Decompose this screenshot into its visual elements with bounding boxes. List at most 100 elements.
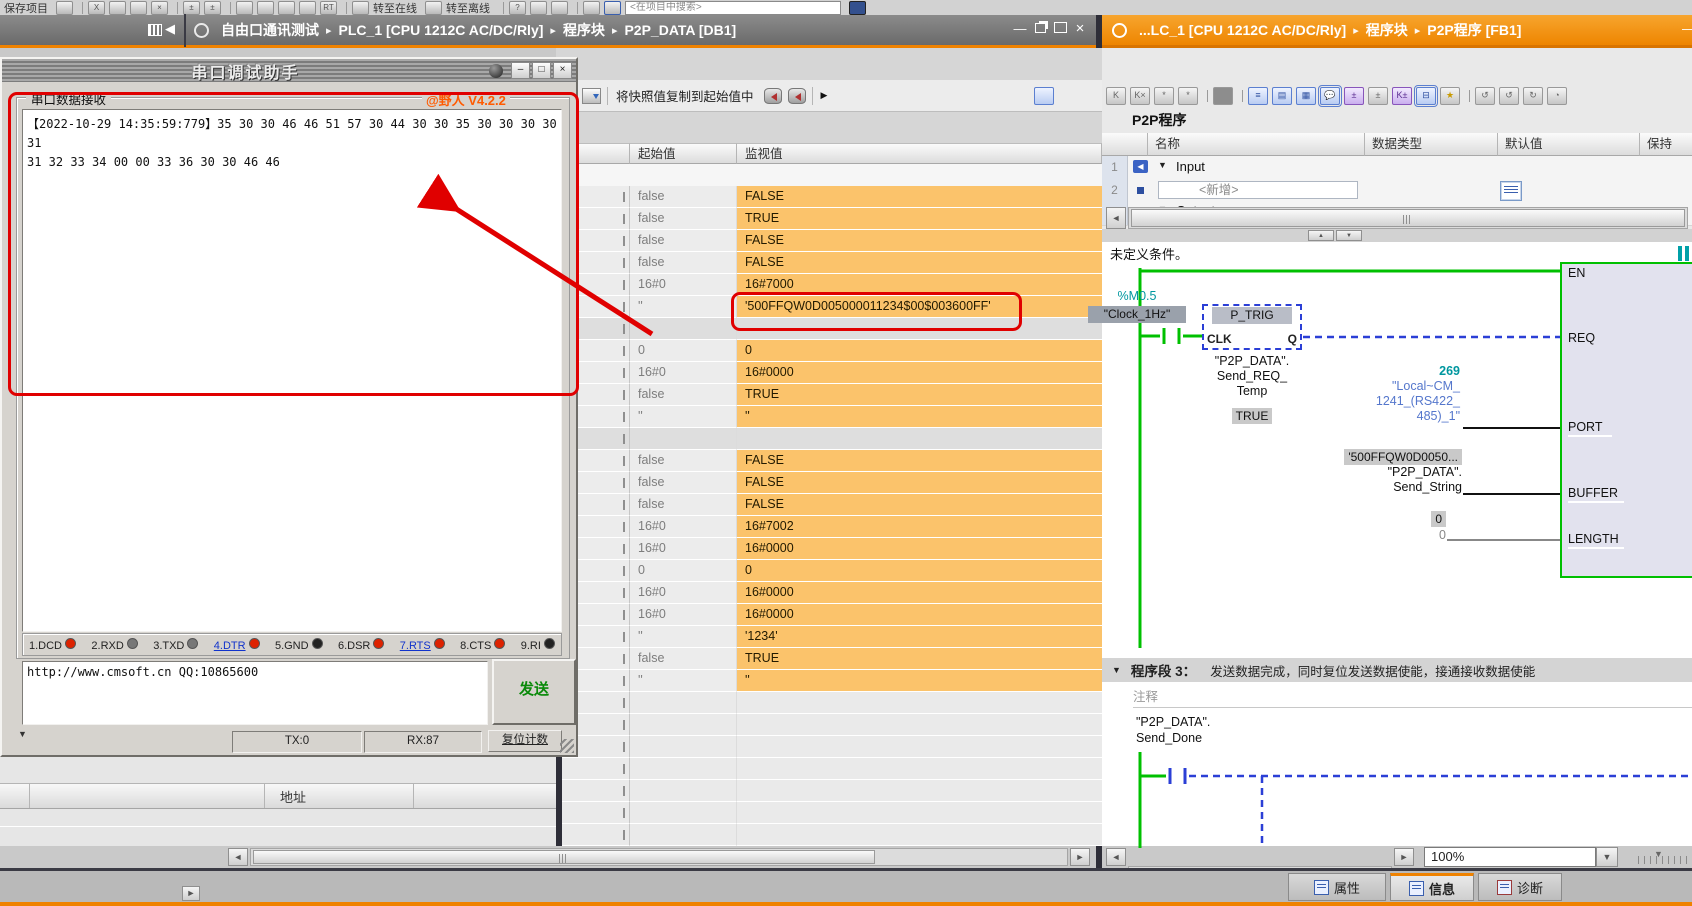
start-value-cell[interactable]: false	[630, 252, 737, 274]
serial-maximize-button[interactable]: □	[532, 62, 551, 79]
copy-all-values-icon[interactable]	[788, 88, 806, 104]
comment-placeholder[interactable]: 注释	[1133, 686, 1158, 705]
comments-icon[interactable]: 💬	[1320, 87, 1340, 105]
start-value-cell[interactable]	[630, 780, 737, 802]
splitter[interactable]: ▲ ▼	[1102, 229, 1692, 243]
pane-icon[interactable]	[148, 24, 162, 36]
start-value-cell[interactable]	[630, 714, 737, 736]
delete-network-icon[interactable]: K×	[1130, 87, 1150, 105]
start-value-cell[interactable]: false	[630, 450, 737, 472]
snapshot-icon[interactable]	[582, 88, 601, 104]
signal-indicator[interactable]: 4.DTR	[214, 638, 260, 652]
add-new-field[interactable]: <新增>	[1158, 181, 1358, 199]
row-handle[interactable]	[556, 802, 630, 824]
start-value-cell[interactable]	[630, 802, 737, 824]
contact-name-chip[interactable]: "Clock_1Hz"	[1088, 306, 1186, 323]
copy-snapshot-button[interactable]: 将快照值复制到起始值中	[616, 86, 754, 105]
start-value-cell[interactable]: 16#0	[630, 538, 737, 560]
send-done-operand[interactable]: "P2P_DATA". Send_Done	[1136, 714, 1210, 746]
copy-icon[interactable]	[109, 1, 126, 15]
zoom-level-select[interactable]: 100%	[1424, 847, 1596, 867]
start-value-cell[interactable]: 16#0	[630, 362, 737, 384]
clk-operand[interactable]: "P2P_DATA". Send_REQ_ Temp TRUE	[1190, 354, 1314, 424]
col-retain[interactable]: 保持	[1640, 133, 1692, 156]
copy-start-values-icon[interactable]	[764, 88, 782, 104]
zoom-slider[interactable]: ▼	[1638, 856, 1692, 864]
start-value-cell[interactable]: 16#0	[630, 274, 737, 296]
minimize-button[interactable]: —	[1682, 21, 1692, 39]
start-value-cell[interactable]: false	[630, 384, 737, 406]
start-value-cell[interactable]: 0	[630, 340, 737, 362]
start-value-cell[interactable]: ''	[630, 670, 737, 692]
go-to-error-icon[interactable]: ↺	[1475, 87, 1495, 105]
breadcrumb-item[interactable]: 程序块	[1366, 20, 1408, 40]
add-row-icon[interactable]: *	[1178, 87, 1198, 105]
restore-button[interactable]	[1030, 21, 1050, 39]
breadcrumb-item[interactable]: PLC_1 [CPU 1212C AC/DC/Rly]	[339, 22, 544, 38]
serial-close-button[interactable]: ×	[553, 62, 572, 79]
fbd-box-icon[interactable]: ±	[1344, 87, 1364, 105]
db1-h-scrollbar[interactable]	[250, 848, 1068, 866]
send-button[interactable]: 发送	[492, 659, 576, 725]
start-value-cell[interactable]: false	[630, 494, 737, 516]
start-value-cell[interactable]: 16#0	[630, 516, 737, 538]
start-value-cell[interactable]: ''	[630, 296, 737, 318]
branch-icon[interactable]: K±	[1392, 87, 1412, 105]
stop-sim-icon[interactable]	[551, 1, 568, 15]
save-project-button[interactable]: 保存项目	[4, 0, 48, 16]
paste-icon[interactable]	[130, 1, 147, 15]
start-value-cell[interactable]: ''	[630, 626, 737, 648]
breadcrumb-item[interactable]: 自由口通讯测试	[221, 20, 319, 40]
maximize-button[interactable]	[1050, 21, 1070, 39]
upload-icon[interactable]	[278, 1, 295, 15]
print-icon[interactable]	[56, 1, 73, 15]
row-handle[interactable]	[556, 758, 630, 780]
expander-icon[interactable]: ▼	[1158, 160, 1167, 170]
start-value-cell[interactable]	[630, 824, 737, 846]
start-value-cell[interactable]: false	[630, 230, 737, 252]
signal-indicator[interactable]: 7.RTS	[400, 638, 445, 652]
insert-row-icon[interactable]: *	[1154, 87, 1174, 105]
update-call-icon[interactable]: ↻	[1523, 87, 1543, 105]
redo-icon[interactable]: ±	[204, 1, 221, 15]
coil-icon[interactable]: ±	[1368, 87, 1388, 105]
address-column-header[interactable]: 地址	[280, 787, 306, 806]
start-value-cell[interactable]: 16#0	[630, 582, 737, 604]
download-icon[interactable]	[257, 1, 274, 15]
serial-minimize-button[interactable]: –	[511, 62, 530, 79]
open-all-networks-icon[interactable]: ▤	[1272, 87, 1292, 105]
table-row-new[interactable]: 2 <新增>	[1102, 179, 1692, 203]
start-cpu-icon[interactable]	[299, 1, 316, 15]
buffer-operand[interactable]: '500FFQW0D0050... "P2P_DATA". Send_Strin…	[1316, 449, 1462, 495]
network-3-header[interactable]: ▼ 程序段 3： 发送数据完成，同时复位发送数据使能，接通接收数据使能	[1102, 658, 1692, 682]
minimize-button[interactable]: —	[1010, 21, 1030, 39]
pin-icon[interactable]	[194, 23, 209, 38]
close-button[interactable]: ×	[1070, 21, 1090, 39]
window-split-h-icon[interactable]	[583, 1, 600, 15]
go-online-button[interactable]: 转至在线	[373, 0, 417, 16]
project-search-input[interactable]: <在项目中搜索>	[625, 1, 841, 15]
keep-actual-icon[interactable]	[1213, 87, 1233, 105]
zoom-dropdown-button[interactable]: ▼	[1596, 847, 1618, 867]
row-handle[interactable]	[556, 780, 630, 802]
simulation-icon[interactable]	[530, 1, 547, 15]
insert-network-icon[interactable]: K	[1106, 87, 1126, 105]
send-input[interactable]: http://www.cmsoft.cn QQ:10865600	[22, 661, 488, 725]
expanded-mode-icon[interactable]: ⊟	[1416, 87, 1436, 105]
tab-diagnostics[interactable]: 诊断	[1478, 873, 1562, 901]
length-operand[interactable]: 0 0	[1400, 511, 1446, 543]
default-value-list-button[interactable]	[1500, 181, 1522, 201]
split-editor-icon[interactable]	[1034, 87, 1054, 105]
monitor-onoff-icon[interactable]: ◔	[1547, 87, 1567, 105]
start-value-cell[interactable]	[630, 428, 737, 450]
diagnostics-icon[interactable]: ?	[509, 1, 526, 15]
network-list-icon[interactable]: ≡	[1248, 87, 1268, 105]
p-trig-block[interactable]: P_TRIG CLK Q	[1202, 304, 1302, 350]
start-value-cell[interactable]: false	[630, 186, 737, 208]
scroll-left-button[interactable]: ◄	[228, 848, 248, 866]
pin-icon[interactable]	[1112, 23, 1127, 38]
close-all-networks-icon[interactable]: ▦	[1296, 87, 1316, 105]
start-value-cell[interactable]: false	[630, 648, 737, 670]
collapse-network-icon[interactable]: ▼	[1112, 665, 1121, 675]
port-operand[interactable]: 269 "Local~CM_ 1241_(RS422_ 485)_1"	[1330, 364, 1460, 424]
